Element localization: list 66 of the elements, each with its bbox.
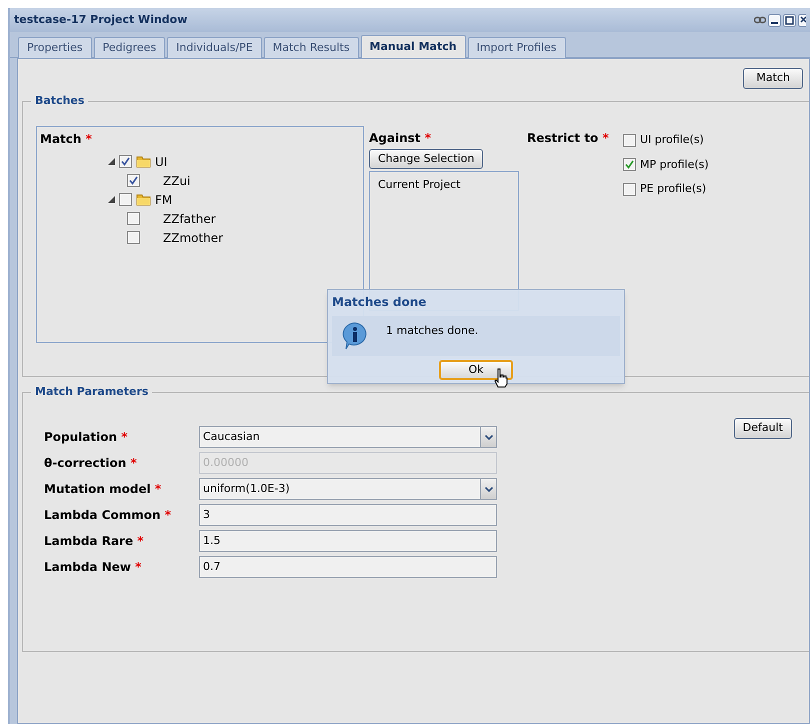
checkbox[interactable] <box>623 182 636 196</box>
hand-cursor-icon <box>494 368 508 388</box>
change-selection-button[interactable]: Change Selection <box>369 149 484 169</box>
tab[interactable]: Import Profiles <box>468 37 566 58</box>
folder-icon <box>136 155 151 168</box>
checkbox-label: PE profile(s) <box>640 181 706 197</box>
tab[interactable]: Manual Match <box>360 35 466 58</box>
field-label: Lambda New <box>44 560 131 574</box>
expanded-arrow-icon[interactable] <box>108 196 115 203</box>
required-mark: * <box>86 132 92 146</box>
field-label: Population <box>44 430 118 444</box>
against-label: Against <box>369 131 421 145</box>
dialog-message: 1 matches done. <box>386 322 478 339</box>
close-icon[interactable] <box>798 14 806 26</box>
checkbox[interactable] <box>127 174 140 187</box>
required-mark: * <box>424 131 431 145</box>
required-mark: * <box>121 430 128 444</box>
folder-icon <box>136 193 151 206</box>
required-mark: * <box>130 456 137 470</box>
required-mark: * <box>164 508 172 522</box>
tab[interactable]: Properties <box>18 37 92 58</box>
tab[interactable]: Match Results <box>264 37 359 58</box>
input-field[interactable]: 1.5 <box>199 530 497 552</box>
checkbox[interactable] <box>119 193 132 206</box>
required-mark: * <box>154 482 162 496</box>
tree-item-label[interactable]: ZZui <box>163 172 190 190</box>
checkbox[interactable] <box>623 158 636 172</box>
checkbox-label: UI profile(s) <box>640 132 704 148</box>
link-icon[interactable] <box>754 16 766 24</box>
window-title: testcase-17 Project Window <box>14 12 188 28</box>
checkbox[interactable] <box>127 231 140 244</box>
required-mark: * <box>137 534 144 548</box>
minimize-icon[interactable] <box>768 14 781 26</box>
field-label: Mutation model <box>44 482 151 496</box>
dialog-title: Matches done <box>332 294 428 311</box>
field-label: θ-correction <box>44 456 126 470</box>
tab[interactable]: Pedigrees <box>94 37 166 58</box>
maximize-icon[interactable] <box>783 14 796 26</box>
field-label: Lambda Rare <box>44 534 134 548</box>
checkbox[interactable] <box>623 134 636 147</box>
checkbox[interactable] <box>127 212 140 225</box>
tab[interactable]: Individuals/PE <box>167 37 262 58</box>
required-mark: * <box>602 131 609 145</box>
chevron-down-icon <box>484 434 492 440</box>
match-label: Match <box>40 132 82 146</box>
tree-item-label[interactable]: ZZmother <box>163 228 224 246</box>
checkbox[interactable] <box>119 155 132 168</box>
input-field[interactable]: 0.7 <box>199 556 497 578</box>
expanded-arrow-icon[interactable] <box>108 158 115 165</box>
dropdown-value: uniform(1.0E-3) <box>202 480 291 497</box>
dropdown-value: Caucasian <box>202 428 261 445</box>
match-button[interactable]: Match <box>743 68 803 89</box>
tree-item-label[interactable]: ZZfather <box>163 210 216 228</box>
ok-button[interactable]: Ok <box>439 360 513 380</box>
chevron-down-icon <box>484 486 492 492</box>
default-button[interactable]: Default <box>734 418 792 439</box>
list-item[interactable]: Current Project <box>378 177 510 194</box>
required-mark: * <box>135 560 142 574</box>
dropdown[interactable]: uniform(1.0E-3) <box>199 478 497 500</box>
tree-item-label[interactable]: FM <box>155 190 172 208</box>
field-label: Lambda Common <box>44 508 161 522</box>
dropdown[interactable]: Caucasian <box>199 426 497 448</box>
input-field[interactable]: 3 <box>199 504 497 526</box>
tree-item-label[interactable]: UI <box>155 152 168 170</box>
restrict-label: Restrict to <box>527 131 598 145</box>
checkbox-label: MP profile(s) <box>640 156 709 172</box>
